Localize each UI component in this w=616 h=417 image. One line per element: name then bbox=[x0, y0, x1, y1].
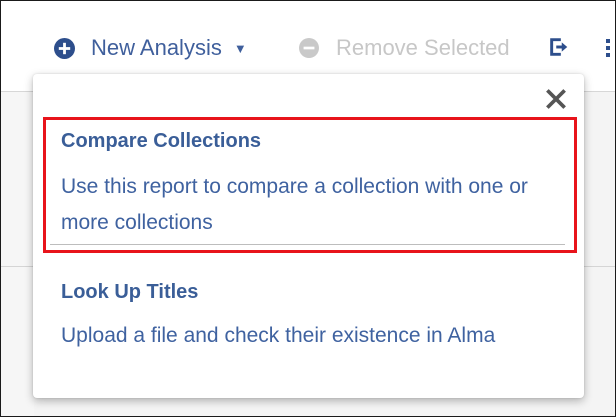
remove-selected-label: Remove Selected bbox=[336, 35, 510, 60]
caret-down-icon: ▼ bbox=[233, 40, 247, 56]
new-analysis-button[interactable]: New Analysis ▼ bbox=[54, 35, 247, 61]
new-analysis-menu: Compare Collections Use this report to c… bbox=[33, 74, 584, 398]
menu-divider bbox=[50, 244, 565, 245]
menu-item-title: Look Up Titles bbox=[61, 281, 199, 303]
menu-item-description: Upload a file and check their existence … bbox=[61, 324, 496, 347]
new-analysis-label: New Analysis bbox=[91, 35, 222, 60]
remove-selected-button[interactable]: Remove Selected bbox=[299, 35, 510, 61]
background-panel bbox=[1, 92, 34, 416]
minus-circle-icon bbox=[299, 38, 319, 58]
close-icon[interactable] bbox=[545, 88, 567, 110]
menu-item-description: Use this report to compare a collection … bbox=[61, 175, 528, 234]
menu-item-title: Compare Collections bbox=[61, 130, 262, 152]
export-icon[interactable] bbox=[548, 36, 570, 58]
menu-item-look-up-titles[interactable]: Look Up Titles Upload a file and check t… bbox=[33, 269, 584, 379]
more-vertical-icon[interactable] bbox=[603, 38, 613, 58]
plus-circle-icon bbox=[54, 37, 75, 59]
menu-item-compare-collections[interactable]: Compare Collections Use this report to c… bbox=[33, 114, 584, 252]
